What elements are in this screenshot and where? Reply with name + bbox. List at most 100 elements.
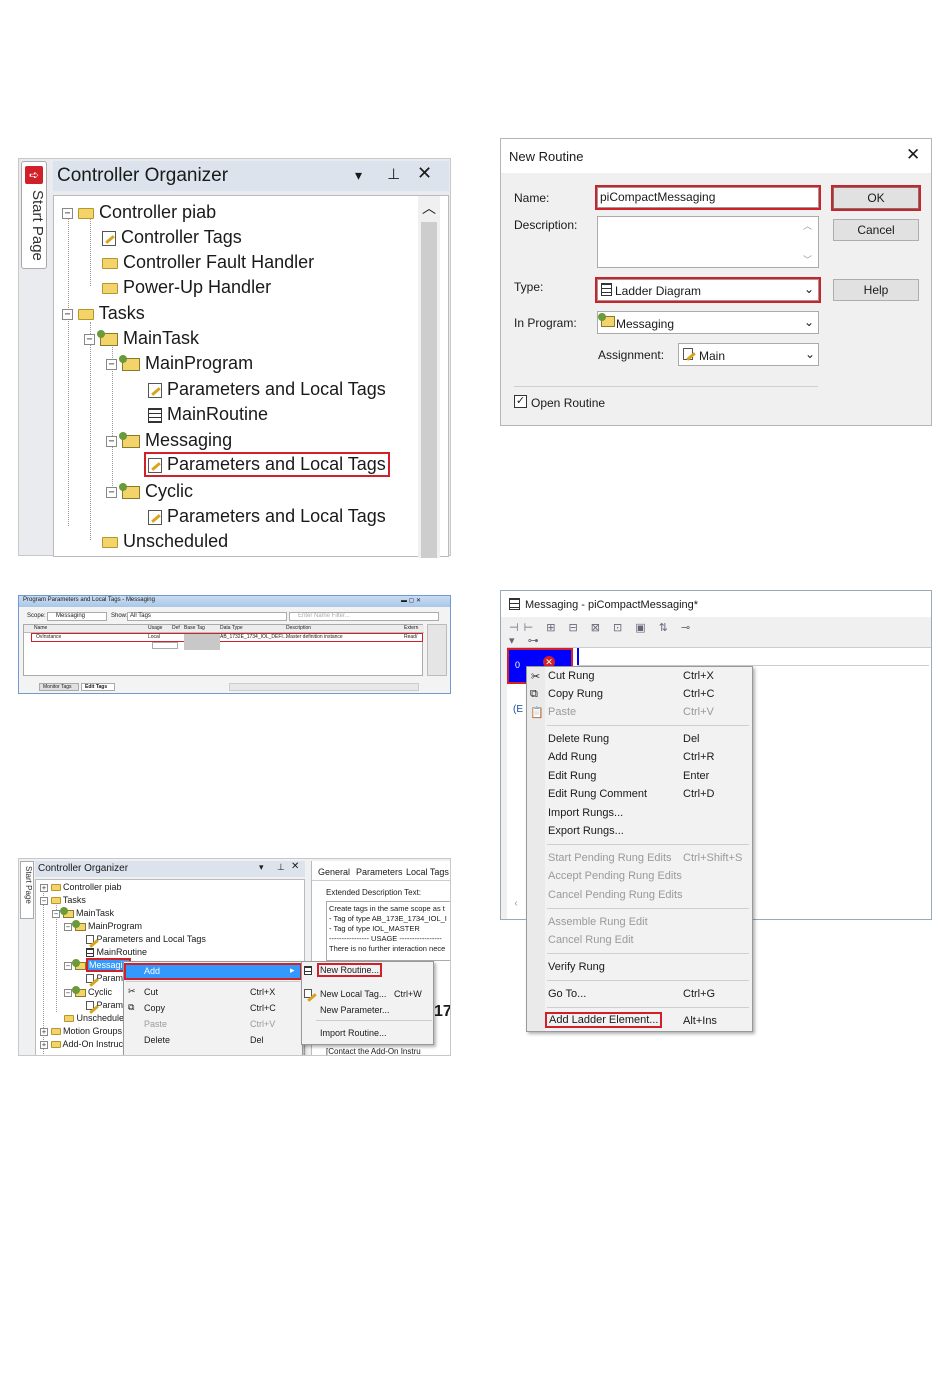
tab-parameters[interactable]: Parameters — [356, 867, 403, 877]
tree-item-messaging-params[interactable]: Param — [86, 973, 123, 984]
start-page-tab[interactable]: ➪ Start Page — [21, 161, 47, 269]
description-textarea[interactable]: ︿ ﹀ — [597, 216, 819, 268]
scroll-thumb[interactable] — [421, 222, 437, 558]
collapse-icon[interactable]: − — [62, 308, 73, 320]
menu-assemble-rung-edit[interactable]: Assemble Rung Edit — [548, 916, 648, 928]
table-row[interactable]: OvInstance Local AB_1732E_1734_IOL_DEFI.… — [31, 633, 423, 642]
tree-item-mainprogram[interactable]: − MainProgram — [64, 919, 142, 931]
menu-edit-rung-comment[interactable]: Edit Rung Comment — [548, 788, 647, 800]
tree-item-cyclic-params[interactable]: Param — [86, 1000, 123, 1011]
menu-new-local-tag[interactable]: New Local Tag... — [320, 989, 386, 999]
scroll-up-icon[interactable]: ︿ — [422, 198, 436, 218]
horizontal-scrollbar[interactable] — [229, 683, 419, 691]
open-routine-checkbox[interactable]: ✓ — [514, 395, 527, 408]
tree-item-mainroutine[interactable]: MainRoutine — [148, 404, 268, 425]
menu-export-rungs[interactable]: Export Rungs... — [548, 825, 624, 837]
tree-item-fault-handler[interactable]: Controller Fault Handler — [102, 252, 314, 273]
start-page-tab[interactable]: Start Page — [20, 861, 34, 919]
menu-add-rung[interactable]: Add Rung — [548, 751, 597, 763]
scroll-down-icon[interactable]: ﹀ — [803, 253, 812, 266]
menu-import-routine[interactable]: Import Routine... — [320, 1028, 387, 1038]
menu-delete[interactable]: Delete — [144, 1035, 170, 1045]
assignment-select[interactable]: Main ⌄ — [678, 343, 819, 366]
tree-item-mainprogram[interactable]: − MainProgram — [106, 353, 253, 374]
menu-accept-pending-edits[interactable]: Accept Pending Rung Edits — [548, 870, 682, 882]
start-page-label: Start Page — [24, 866, 33, 904]
tree-item-controller-tags[interactable]: Controller Tags — [102, 227, 242, 248]
new-row-cell[interactable] — [152, 642, 178, 649]
tree-item-unscheduled[interactable]: Unscheduled — [64, 1013, 129, 1023]
tree-item-messaging[interactable]: − Messaging — [106, 430, 232, 451]
rung-end-text: (E — [513, 704, 523, 715]
collapse-icon[interactable]: − — [106, 358, 117, 370]
tree-item-tasks[interactable]: − Tasks — [40, 895, 86, 905]
collapse-icon[interactable]: − — [106, 486, 117, 498]
menu-paste[interactable]: Paste — [144, 1019, 167, 1029]
tree-item-mainroutine[interactable]: MainRoutine — [86, 947, 147, 958]
close-icon[interactable]: ✕ — [417, 163, 432, 184]
menu-new-parameter[interactable]: New Parameter... — [320, 1005, 390, 1015]
tree-item-cyclic[interactable]: − Cyclic — [106, 481, 193, 502]
menu-verify-rung[interactable]: Verify Rung — [548, 961, 605, 973]
menu-copy-rung[interactable]: Copy Rung — [548, 688, 603, 700]
tab-local-tags[interactable]: Local Tags — [406, 867, 449, 877]
close-icon[interactable]: ✕ — [291, 861, 299, 872]
menu-copy[interactable]: Copy — [144, 1003, 165, 1013]
help-button[interactable]: Help — [833, 279, 919, 301]
tree-item-cyclic[interactable]: − Cyclic — [64, 985, 112, 997]
menu-import-rungs[interactable]: Import Rungs... — [548, 807, 623, 819]
show-select[interactable]: All Tags — [127, 612, 287, 621]
tree-item-mainprogram-params[interactable]: Parameters and Local Tags — [148, 379, 386, 400]
menu-paste[interactable]: Paste — [548, 706, 576, 718]
menu-edit-rung[interactable]: Edit Rung — [548, 770, 596, 782]
menu-start-pending-edits[interactable]: Start Pending Rung Edits — [548, 852, 672, 864]
menu-cancel-pending-edits[interactable]: Cancel Pending Rung Edits — [548, 889, 683, 901]
cancel-button[interactable]: Cancel — [833, 219, 919, 241]
scrollbar[interactable]: ︿ — [418, 196, 440, 558]
tree-item-maintask[interactable]: − MainTask — [84, 328, 199, 349]
dropdown-icon[interactable]: ▾ — [259, 862, 264, 873]
scope-select[interactable]: Messaging — [47, 612, 107, 621]
collapse-icon[interactable]: − — [106, 435, 117, 447]
scroll-up-icon[interactable]: ︿ — [803, 219, 812, 232]
tree-item-cyclic-params[interactable]: Parameters and Local Tags — [148, 506, 386, 527]
tree-item-messaging[interactable]: − Messagin — [64, 958, 131, 972]
name-input[interactable]: piCompactMessaging — [595, 185, 821, 210]
left-scroll-button[interactable]: ‹ — [507, 892, 525, 916]
collapse-icon[interactable]: − — [62, 207, 73, 219]
menu-add[interactable]: Add ▸ — [124, 963, 302, 980]
program-select[interactable]: Messaging ⌄ — [597, 311, 819, 334]
menu-cancel-rung-edit[interactable]: Cancel Rung Edit — [548, 934, 634, 946]
tree-item-maintask[interactable]: − MainTask — [52, 906, 114, 918]
tab-general[interactable]: General — [318, 867, 350, 877]
tree-item-motion-groups[interactable]: + Motion Groups — [40, 1026, 122, 1036]
menu-cut[interactable]: Cut — [144, 987, 158, 997]
menu-go-to[interactable]: Go To... — [548, 988, 586, 1000]
menu-new-routine[interactable]: New Routine... — [316, 963, 383, 977]
menu-delete-rung[interactable]: Delete Rung — [548, 733, 609, 745]
menu-add-ladder-element[interactable]: Add Ladder Element... — [544, 1012, 663, 1028]
dropdown-icon[interactable]: ▾ — [355, 167, 362, 184]
tree-item-messaging-params[interactable]: Parameters and Local Tags — [144, 452, 390, 477]
extended-description-box[interactable]: Create tags in the same scope as t - Tag… — [326, 901, 450, 961]
tree-item-addon-instructions[interactable]: + Add-On Instruc — [40, 1039, 123, 1049]
tab-monitor-tags[interactable]: Monitor Tags — [39, 683, 79, 691]
panel-header: Controller Organizer ▾ ⊥ ✕ — [53, 161, 449, 191]
pin-icon[interactable]: ⊥ — [387, 165, 400, 183]
collapse-icon[interactable]: − — [84, 333, 95, 345]
tree-item-tasks[interactable]: − Tasks — [62, 303, 145, 324]
tree-item-mainprogram-params[interactable]: Parameters and Local Tags — [86, 934, 206, 945]
tree-item-controller[interactable]: − Controller piab — [62, 202, 216, 223]
task-icon — [97, 329, 119, 346]
tree-item-controller[interactable]: + Controller piab — [40, 882, 122, 892]
type-select[interactable]: Ladder Diagram ⌄ — [595, 277, 821, 303]
tab-edit-tags[interactable]: Edit Tags — [81, 683, 115, 691]
filter-input[interactable]: Enter Name Filter... — [289, 612, 439, 621]
tree-item-powerup-handler[interactable]: Power-Up Handler — [102, 277, 271, 298]
pin-icon[interactable]: ⊥ — [277, 862, 285, 873]
close-icon[interactable]: ✕ — [906, 145, 920, 165]
tree-item-unscheduled[interactable]: Unscheduled — [102, 531, 228, 552]
window-buttons[interactable]: ▬ ▢ ✕ — [401, 597, 421, 604]
menu-cut-rung[interactable]: Cut Rung — [548, 670, 594, 682]
ok-button[interactable]: OK — [831, 185, 921, 211]
